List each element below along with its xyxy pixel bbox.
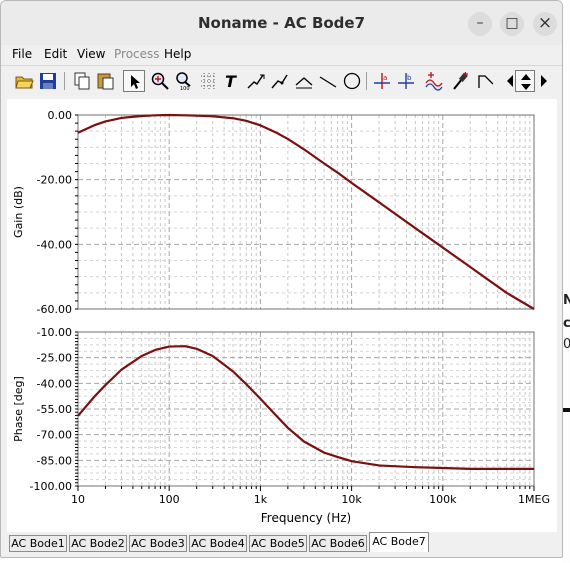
x-tick-label: 10k xyxy=(341,493,362,506)
maximize-button[interactable]: □ xyxy=(500,12,524,36)
bode-plot-area[interactable]: 0.00 -20.00 -40.00 -60.00 Gain (dB) -10.00 -25… xyxy=(7,99,557,532)
toolbar-separator xyxy=(64,72,65,90)
tab-bar: AC Bode1 AC Bode2 AC Bode3 AC Bode4 AC B… xyxy=(7,532,558,554)
tab-ac-bode7[interactable]: AC Bode7 xyxy=(369,532,429,552)
x-tick-label: 100 xyxy=(159,493,180,506)
line-cursor-icon[interactable] xyxy=(245,70,267,92)
cursor-a-icon[interactable]: a xyxy=(371,70,393,92)
arrow-right-icon[interactable] xyxy=(536,70,558,92)
corner-icon[interactable] xyxy=(475,70,497,92)
text-icon[interactable]: T xyxy=(221,70,243,92)
x-axis-label: Frequency (Hz) xyxy=(261,511,352,525)
arrow-up-down-icon[interactable] xyxy=(515,70,535,92)
open-icon[interactable] xyxy=(13,70,35,92)
tab-ac-bode1[interactable]: AC Bode1 xyxy=(9,535,67,552)
x-tick-label: 100k xyxy=(429,493,457,506)
menu-bar: File Edit View Process Help xyxy=(1,45,562,65)
background-text: 0 xyxy=(563,337,570,351)
trace-add-icon[interactable] xyxy=(423,70,445,92)
y-tick-label: -10.00 xyxy=(37,326,72,339)
y-tick-label: -100.00 xyxy=(30,480,72,493)
toolbar-separator xyxy=(366,72,367,90)
y-tick-label: -85.00 xyxy=(37,454,72,467)
y-tick-label: -55.00 xyxy=(37,403,72,416)
tab-ac-bode2[interactable]: AC Bode2 xyxy=(69,535,127,552)
ellipse-icon[interactable] xyxy=(341,70,363,92)
gain-panel: 0.00 -20.00 -40.00 -60.00 Gain (dB) xyxy=(12,109,535,316)
menu-edit[interactable]: Edit xyxy=(44,47,67,61)
svg-text:b: b xyxy=(407,74,412,82)
line-icon[interactable] xyxy=(317,70,339,92)
line-cursor-alt-icon[interactable] xyxy=(269,70,291,92)
paste-icon[interactable] xyxy=(95,70,117,92)
tab-ac-bode6[interactable]: AC Bode6 xyxy=(309,535,367,552)
phase-curve xyxy=(77,345,534,470)
y-tick-label: -25.00 xyxy=(37,352,72,365)
tab-ac-bode4[interactable]: AC Bode4 xyxy=(189,535,247,552)
background-window: N c 0 xyxy=(563,0,570,563)
x-tick-label: 1k xyxy=(254,493,268,506)
y-tick-label: -40.00 xyxy=(37,238,72,251)
y-tick-label: -70.00 xyxy=(37,429,72,442)
bode-plot[interactable]: 0.00 -20.00 -40.00 -60.00 Gain (dB) -10.00 -25… xyxy=(7,99,557,532)
svg-text:T: T xyxy=(225,72,237,91)
title-bar[interactable]: Noname - AC Bode7 – □ × xyxy=(1,1,562,45)
grid-icon[interactable] xyxy=(197,70,219,92)
minimize-button[interactable]: – xyxy=(468,12,492,36)
cursor-b-icon[interactable]: b xyxy=(395,70,417,92)
y-axis-label: Phase [deg] xyxy=(12,376,25,442)
pointer-icon[interactable] xyxy=(123,70,145,92)
x-tick-label: 10 xyxy=(71,493,85,506)
x-tick-label: 1MEG xyxy=(518,493,550,506)
pipette-icon[interactable] xyxy=(449,70,471,92)
tab-ac-bode5[interactable]: AC Bode5 xyxy=(249,535,307,552)
menu-help[interactable]: Help xyxy=(164,47,191,61)
app-window: Noname - AC Bode7 – □ × File Edit View P… xyxy=(0,0,563,558)
save-icon[interactable] xyxy=(37,70,59,92)
y-tick-label: 0.00 xyxy=(48,109,73,122)
tab-ac-bode3[interactable]: AC Bode3 xyxy=(129,535,187,552)
close-button[interactable]: × xyxy=(533,12,557,36)
background-divider xyxy=(563,408,570,412)
copy-icon[interactable] xyxy=(71,70,93,92)
svg-text:a: a xyxy=(383,74,387,82)
background-text: c xyxy=(563,316,570,330)
toolbar: 100 T a b xyxy=(1,65,562,96)
svg-text:100: 100 xyxy=(180,86,190,91)
y-tick-label: -60.00 xyxy=(37,303,72,316)
ruler-icon[interactable] xyxy=(293,70,315,92)
menu-process[interactable]: Process xyxy=(114,47,160,61)
zoom-in-icon[interactable] xyxy=(149,70,171,92)
background-text: N xyxy=(563,293,570,307)
y-axis-label: Gain (dB) xyxy=(12,186,25,238)
y-tick-label: -20.00 xyxy=(37,174,72,187)
menu-file[interactable]: File xyxy=(12,47,32,61)
phase-panel: -10.00 -25.00 -40.00 -55.00 -70.00 -85.00 -100… xyxy=(12,326,535,493)
zoom-100-icon[interactable]: 100 xyxy=(173,70,195,92)
menu-view[interactable]: View xyxy=(77,47,105,61)
y-tick-label: -40.00 xyxy=(37,377,72,390)
